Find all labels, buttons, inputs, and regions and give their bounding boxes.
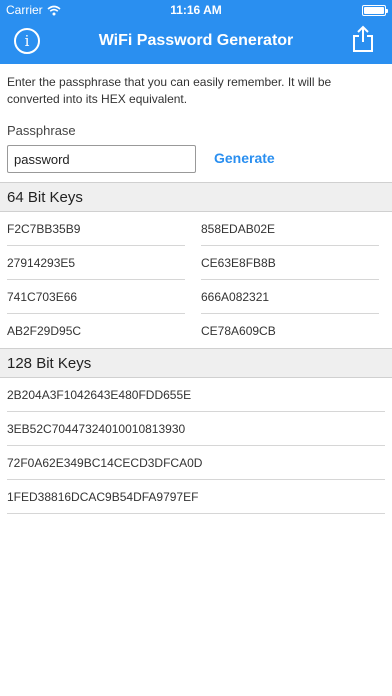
nav-bar: i WiFi Password Generator <box>0 20 392 64</box>
top-bar: Carrier 11:16 AM i WiFi Password Generat… <box>0 0 392 64</box>
section-header-64bit: 64 Bit Keys <box>0 182 392 212</box>
page-title: WiFi Password Generator <box>98 32 294 49</box>
key-128-item[interactable]: 72F0A62E349BC14CECD3DFCA0D <box>7 447 385 480</box>
battery-icon <box>362 5 388 16</box>
key-value: 3EB52C70447324010010813930 <box>7 422 186 436</box>
passphrase-input[interactable] <box>7 145 196 173</box>
key-64-item[interactable]: CE63E8FB8B <box>201 247 379 280</box>
key-value: CE63E8FB8B <box>201 256 276 270</box>
key-128-item[interactable]: 3EB52C70447324010010813930 <box>7 413 385 446</box>
section-header-128bit: 128 Bit Keys <box>0 348 392 378</box>
key-64-item[interactable]: CE78A609CB <box>201 315 379 348</box>
section-title-64bit: 64 Bit Keys <box>7 189 83 206</box>
key-value: 858EDAB02E <box>201 222 276 236</box>
key-64-item[interactable]: 858EDAB02E <box>201 213 379 246</box>
key-value: AB2F29D95C <box>7 324 82 338</box>
key-64-item[interactable]: AB2F29D95C <box>7 315 185 348</box>
key-value: 741C703E66 <box>7 290 78 304</box>
generate-button[interactable]: Generate <box>214 150 275 166</box>
key-64-item[interactable]: 666A082321 <box>201 281 379 314</box>
key-value: 1FED38816DCAC9B54DFA9797EF <box>7 490 199 504</box>
key-128-item[interactable]: 1FED38816DCAC9B54DFA9797EF <box>7 481 385 514</box>
status-bar: Carrier 11:16 AM <box>0 0 392 20</box>
key-value: 72F0A62E349BC14CECD3DFCA0D <box>7 456 203 470</box>
key-value: 27914293E5 <box>7 256 76 270</box>
key-64-item[interactable]: F2C7BB35B9 <box>7 213 185 246</box>
key-value: 666A082321 <box>201 290 270 304</box>
key-value: 2B204A3F1042643E480FDD655E <box>7 388 192 402</box>
intro-text: Enter the passphrase that you can easily… <box>7 75 332 106</box>
key-64-item[interactable]: 741C703E66 <box>7 281 185 314</box>
passphrase-label: Passphrase <box>7 123 76 138</box>
key-128-item[interactable]: 2B204A3F1042643E480FDD655E <box>7 379 385 412</box>
key-value: CE78A609CB <box>201 324 276 338</box>
share-icon[interactable] <box>352 25 374 53</box>
section-title-128bit: 128 Bit Keys <box>7 355 92 372</box>
key-64-item[interactable]: 27914293E5 <box>7 247 185 280</box>
key-value: F2C7BB35B9 <box>7 222 81 236</box>
status-time: 11:16 AM <box>170 3 222 17</box>
